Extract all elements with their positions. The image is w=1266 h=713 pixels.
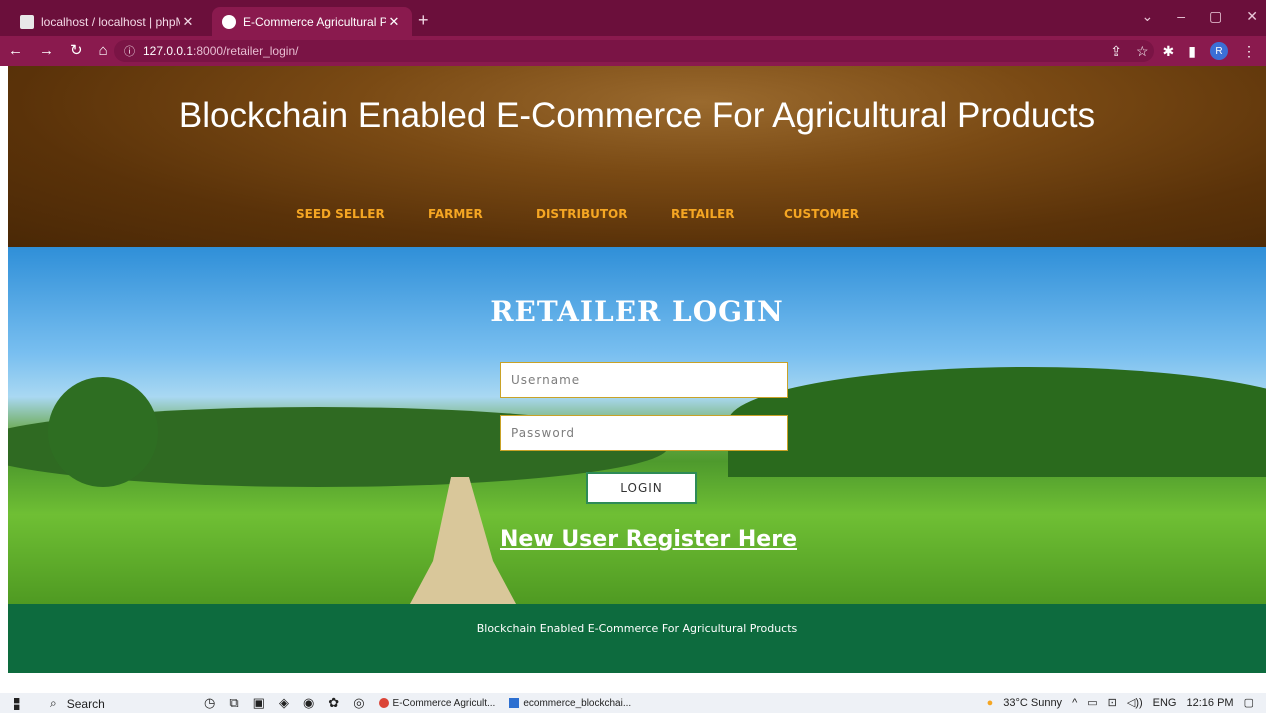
network-icon[interactable]: ⊡ xyxy=(1108,696,1117,709)
toolbar-actions: ⇪ ☆ ✱ ▮ R ⋮ xyxy=(1110,42,1256,60)
footer-text: Blockchain Enabled E-Commerce For Agricu… xyxy=(476,622,798,635)
window-controls: ⌄ – ▢ ✕ xyxy=(1142,8,1259,25)
browser-tab-strip: localhost / localhost | phpMyAdm ✕ E-Com… xyxy=(0,0,1266,36)
menu-customer[interactable]: CUSTOMER xyxy=(784,207,859,221)
web-page: Blockchain Enabled E-Commerce For Agricu… xyxy=(8,66,1266,673)
clock[interactable]: 12:16 PM xyxy=(1187,697,1234,709)
tab-ecommerce[interactable]: E-Commerce Agricultural Produc ✕ xyxy=(212,7,412,36)
address-bar[interactable]: ⓘ 127.0.0.1 :8000/retailer_login/ xyxy=(114,40,1154,62)
site-title: Blockchain Enabled E-Commerce For Agricu… xyxy=(178,96,1096,135)
taskbar-search[interactable]: ⌕ Search xyxy=(50,696,105,711)
reload-icon[interactable]: ↻ xyxy=(70,42,83,60)
search-icon: ⌕ xyxy=(50,696,57,710)
url-host: 127.0.0.1 xyxy=(143,44,194,58)
taskbar-apps: ◷ ⧉ ▣ ◈ ◉ ✿ ◎ E-Commerce Agricult... eco… xyxy=(204,695,631,711)
login-heading: RETAILER LOGIN xyxy=(490,295,784,328)
bookmark-star-icon[interactable]: ☆ xyxy=(1136,43,1149,60)
windows-taskbar: ⌕ Search ◷ ⧉ ▣ ◈ ◉ ✿ ◎ E-Commerce Agricu… xyxy=(0,693,1266,713)
taskbar-chrome-window[interactable]: E-Commerce Agricult... xyxy=(378,697,496,709)
profile-avatar[interactable]: R xyxy=(1210,42,1228,60)
background-hill xyxy=(728,367,1266,477)
close-window-icon[interactable]: ✕ xyxy=(1246,8,1258,25)
editor-window-icon xyxy=(509,698,520,708)
language-indicator[interactable]: ENG xyxy=(1153,697,1177,709)
forward-arrow-icon[interactable]: → xyxy=(39,42,54,60)
tab-title: E-Commerce Agricultural Produc xyxy=(243,14,386,29)
chrome-window-icon xyxy=(378,698,389,708)
system-tray: ● 33°C Sunny ^ ▭ ⊡ ◁)) ENG 12:16 PM ▢ xyxy=(987,696,1254,710)
notifications-icon[interactable]: ▢ xyxy=(1244,696,1254,709)
close-tab-icon[interactable]: ✕ xyxy=(180,14,196,30)
store-icon[interactable]: ◈ xyxy=(279,695,289,711)
weather-icon[interactable]: ● xyxy=(987,697,994,709)
sidepanel-icon[interactable]: ▮ xyxy=(1188,43,1196,60)
volume-icon[interactable]: ◁)) xyxy=(1127,696,1143,709)
menu-dots-icon[interactable]: ⋮ xyxy=(1242,43,1256,60)
share-icon[interactable]: ⇪ xyxy=(1110,43,1122,60)
maximize-icon[interactable]: ▢ xyxy=(1209,8,1222,25)
taskbar-item-label: E-Commerce Agricult... xyxy=(392,697,496,709)
back-arrow-icon[interactable]: ← xyxy=(8,42,23,60)
home-icon[interactable]: ⌂ xyxy=(99,42,108,60)
nav-buttons: ← → ↻ ⌂ xyxy=(8,42,108,60)
password-input[interactable] xyxy=(500,415,788,451)
file-explorer-icon[interactable]: ▣ xyxy=(253,695,265,711)
taskbar-item-label: ecommerce_blockchai... xyxy=(523,697,632,709)
windows-start-icon[interactable] xyxy=(14,698,20,710)
username-input[interactable] xyxy=(500,362,788,398)
widgets-icon[interactable]: ◷ xyxy=(204,695,215,711)
menu-retailer[interactable]: RETAILER xyxy=(671,207,735,221)
background-tree xyxy=(48,377,158,487)
login-button[interactable]: LOGIN xyxy=(586,472,697,504)
app-icon[interactable]: ✿ xyxy=(328,695,339,711)
site-footer: Blockchain Enabled E-Commerce For Agricu… xyxy=(8,604,1266,673)
task-view-icon[interactable]: ⧉ xyxy=(229,695,238,711)
edge-icon[interactable]: ◉ xyxy=(303,695,314,711)
phpmyadmin-favicon-icon xyxy=(20,14,34,29)
info-icon[interactable]: ⓘ xyxy=(124,43,135,59)
chevron-down-icon[interactable]: ⌄ xyxy=(1142,8,1154,25)
menu-farmer[interactable]: FARMER xyxy=(428,207,483,221)
menu-distributor[interactable]: DISTRIBUTOR xyxy=(536,207,627,221)
menu-seed-seller[interactable]: SEED SELLER xyxy=(296,207,385,221)
extensions-icon[interactable]: ✱ xyxy=(1163,43,1175,60)
chevron-up-icon[interactable]: ^ xyxy=(1072,697,1077,709)
chrome-icon[interactable]: ◎ xyxy=(353,695,364,711)
taskbar-search-label: Search xyxy=(66,696,105,711)
battery-icon[interactable]: ▭ xyxy=(1087,696,1097,709)
tab-title: localhost / localhost | phpMyAdm xyxy=(41,14,180,29)
tab-phpmyadmin[interactable]: localhost / localhost | phpMyAdm ✕ xyxy=(10,7,206,36)
url-path: :8000/retailer_login/ xyxy=(193,44,299,58)
register-link[interactable]: New User Register Here xyxy=(500,527,800,552)
minimize-icon[interactable]: – xyxy=(1177,8,1185,25)
taskbar-editor-window[interactable]: ecommerce_blockchai... xyxy=(509,698,631,709)
login-hero: RETAILER LOGIN LOGIN New User Register H… xyxy=(8,247,1266,604)
browser-toolbar: ← → ↻ ⌂ ⓘ 127.0.0.1 :8000/retailer_login… xyxy=(0,36,1266,66)
close-tab-icon[interactable]: ✕ xyxy=(386,14,402,30)
site-header: Blockchain Enabled E-Commerce For Agricu… xyxy=(8,66,1266,247)
globe-icon xyxy=(222,14,236,29)
weather-text[interactable]: 33°C Sunny xyxy=(1003,697,1062,709)
new-tab-button[interactable]: + xyxy=(418,9,429,31)
